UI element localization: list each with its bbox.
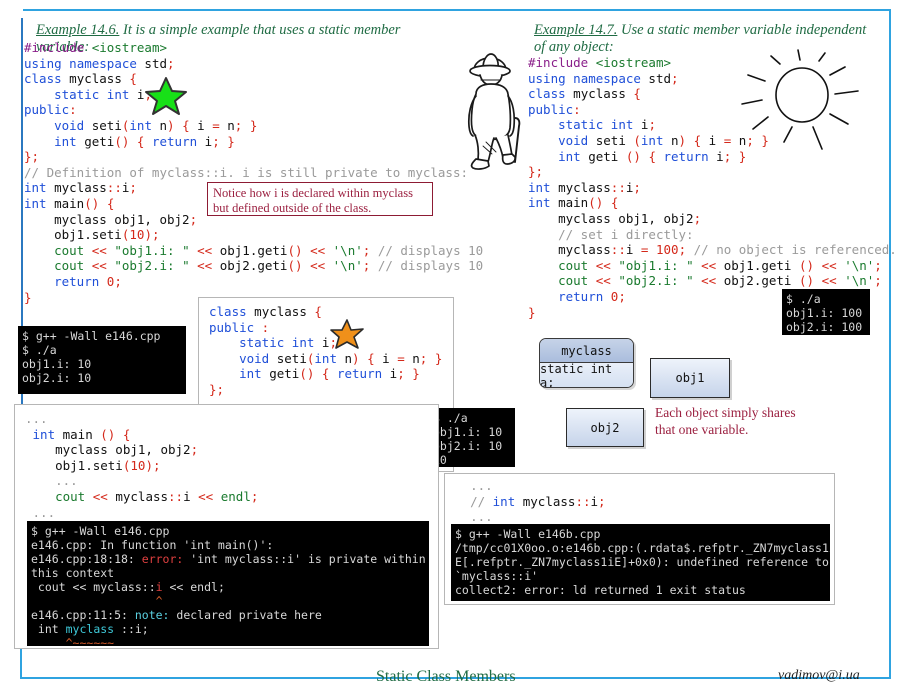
code-line: cout << "obj2.i: " << obj2.geti () << '\…: [558, 273, 882, 289]
code-line: int geti() { return i; }: [239, 366, 420, 382]
panel-nodefinition-code: ... // int myclass::i; ...: [455, 478, 606, 525]
code-line: // set i directly:: [558, 226, 694, 242]
terminal-line: obj1.i: 10: [22, 357, 92, 371]
code-line: ...: [32, 504, 56, 520]
terminal-line: ^: [155, 594, 163, 608]
code-line: myclass obj1, obj2;: [528, 210, 702, 226]
code-line: // Definition of myclass::i. i is still …: [24, 164, 469, 180]
example-146-label: Example 14.6.: [36, 22, 120, 38]
diagram-obj2-label: obj2: [590, 420, 620, 435]
code-line: using namespace std;: [24, 55, 175, 71]
code-line: int geti() { return i; }: [54, 133, 235, 149]
terminal-line: obj2.i: 10: [433, 439, 503, 453]
terminal-line: $ ./a: [786, 292, 821, 306]
slide-canvas: Example 14.6. It is a simple example tha…: [0, 0, 900, 700]
code-line: int main() {: [528, 195, 619, 211]
terminal-line: e146.cpp: In function 'int main()':: [31, 538, 274, 552]
code-line: ...: [470, 478, 493, 493]
diagram-share-line-2: that one variable.: [655, 422, 749, 437]
terminal-line: cout << myclass::i << endl;: [31, 580, 225, 594]
code-line: int main () {: [32, 426, 131, 442]
terminal-example-146-output: $ g++ -Wall e146.cpp $ ./a obj1.i: 10 obj2.…: [18, 326, 186, 394]
code-line: ...: [470, 509, 493, 525]
code-line: int myclass::i;: [528, 179, 641, 195]
code-line: class myclass {: [209, 304, 322, 319]
diagram-class-member: static int a;: [540, 362, 633, 387]
panel-private-code: ... int main () { myclass obj1, obj2; ob…: [25, 411, 258, 520]
terminal-line: $ ./a: [433, 411, 468, 425]
code-line: cout << "obj1.i: " << obj1.geti () << '\…: [558, 257, 882, 273]
terminal-line: e146.cpp:18:18: error: 'int myclass::i' …: [31, 552, 426, 566]
code-line: };: [528, 164, 544, 180]
walking-man-doodle-icon: [467, 53, 521, 170]
terminal-line: obj1.i: 100: [786, 306, 863, 320]
note-line-1: Notice how i is declared within myclass: [213, 186, 413, 200]
diagram-obj1-label: obj1: [675, 371, 705, 385]
diagram-obj1-box: obj1: [650, 358, 730, 398]
code-line: void seti(int n) { i = n; }: [239, 350, 443, 366]
example-146-code: #include <iostream> using namespace std; c…: [24, 40, 483, 305]
terminal-link-error: $ g++ -Wall e146b.cpp/tmp/cc01X0oo.o:e14…: [451, 524, 830, 601]
code-line: myclass::i = 100; // no object is refere…: [528, 242, 897, 258]
terminal-line: obj2.i: 10: [22, 371, 92, 385]
terminal-line: collect2: error: ld returned 1 exit stat…: [455, 583, 746, 597]
code-line: };: [24, 149, 40, 165]
orange-star-icon: [330, 319, 364, 349]
code-line: // int myclass::i;: [470, 493, 606, 509]
code-line: cout << "obj2.i: " << obj2.geti() << '\n…: [54, 258, 484, 274]
terminal-line: obj1.i: 10: [433, 425, 503, 439]
sun-doodle-icon: [741, 49, 859, 150]
example-147-label: Example 14.7.: [534, 22, 618, 38]
code-line: ...: [25, 411, 48, 426]
note-callout-box: Notice how i is declared within myclass …: [207, 182, 433, 216]
terminal-line: ^~~~~~~: [65, 636, 115, 646]
note-line-2: but defined outside of the class.: [213, 201, 372, 215]
diagram-class-box: myclass static int a;: [539, 338, 634, 388]
footer-title: Static Class Members: [376, 668, 516, 685]
terminal-line: `myclass::i': [455, 569, 539, 583]
terminal-line: this context: [31, 566, 115, 580]
panel-private-error-example: ... int main () { myclass obj1, obj2; ob…: [14, 404, 439, 649]
terminal-line: int myclass ::i;: [31, 622, 149, 636]
terminal-line: e146.cpp:11:5: note: declared private he…: [31, 608, 322, 622]
code-line: class myclass {: [24, 71, 137, 87]
code-line: void seti(int n) { i = n; }: [54, 117, 258, 133]
terminal-line: 10: [433, 453, 447, 467]
terminal-line: E[.refptr._ZN7myclass1iE]+0x0): undefine…: [455, 555, 829, 569]
code-line: cout << myclass::i << endl;: [55, 488, 259, 504]
terminal-line: $ g++ -Wall e146.cpp: [31, 524, 170, 538]
diagram-obj2-box: obj2: [566, 408, 644, 447]
terminal-line: obj2.i: 100: [786, 320, 863, 334]
terminal-line: $ g++ -Wall e146b.cpp: [455, 527, 601, 541]
code-line: };: [209, 381, 225, 397]
terminal-line: /tmp/cc01X0oo.o:e146b.cpp:(.rdata$.refpt…: [455, 541, 830, 555]
terminal-line: $ ./a: [22, 343, 57, 357]
panel-link-error-example: ... // int myclass::i; ... $ g++ -Wall e…: [444, 473, 835, 605]
terminal-example-147-output: $ ./a obj1.i: 100 obj2.i: 100: [782, 289, 870, 335]
code-line: cout << "obj1.i: " << obj1.geti() << '\n…: [54, 242, 484, 258]
diagram-class-title: myclass: [540, 339, 633, 363]
code-line: public:: [24, 102, 77, 118]
code-line: obj1.seti(10);: [24, 227, 160, 243]
code-line: static int i;: [54, 86, 152, 102]
green-star-icon: [145, 77, 187, 115]
code-line: myclass obj1, obj2;: [25, 442, 199, 458]
terminal-line: $ g++ -Wall e146.cpp: [22, 329, 161, 343]
diagram-share-note: Each object simply shares that one varia…: [655, 404, 855, 438]
code-line: ...: [55, 473, 78, 489]
diagram-share-line-1: Each object simply shares: [655, 405, 796, 420]
terminal-private-compile-error: $ g++ -Wall e146.cpp e146.cpp: In functio…: [27, 521, 429, 646]
code-line: obj1.seti(10);: [25, 457, 161, 473]
terminal-middle-output: $ ./a obj1.i: 10 obj2.i: 10 10: [429, 408, 515, 467]
code-line: public :: [209, 319, 270, 335]
footer-email: vadimov@i.ua: [778, 668, 860, 683]
code-line: return 0;: [54, 273, 122, 289]
code-line: #include <iostream>: [24, 40, 167, 55]
code-line: static int i;: [239, 335, 337, 351]
